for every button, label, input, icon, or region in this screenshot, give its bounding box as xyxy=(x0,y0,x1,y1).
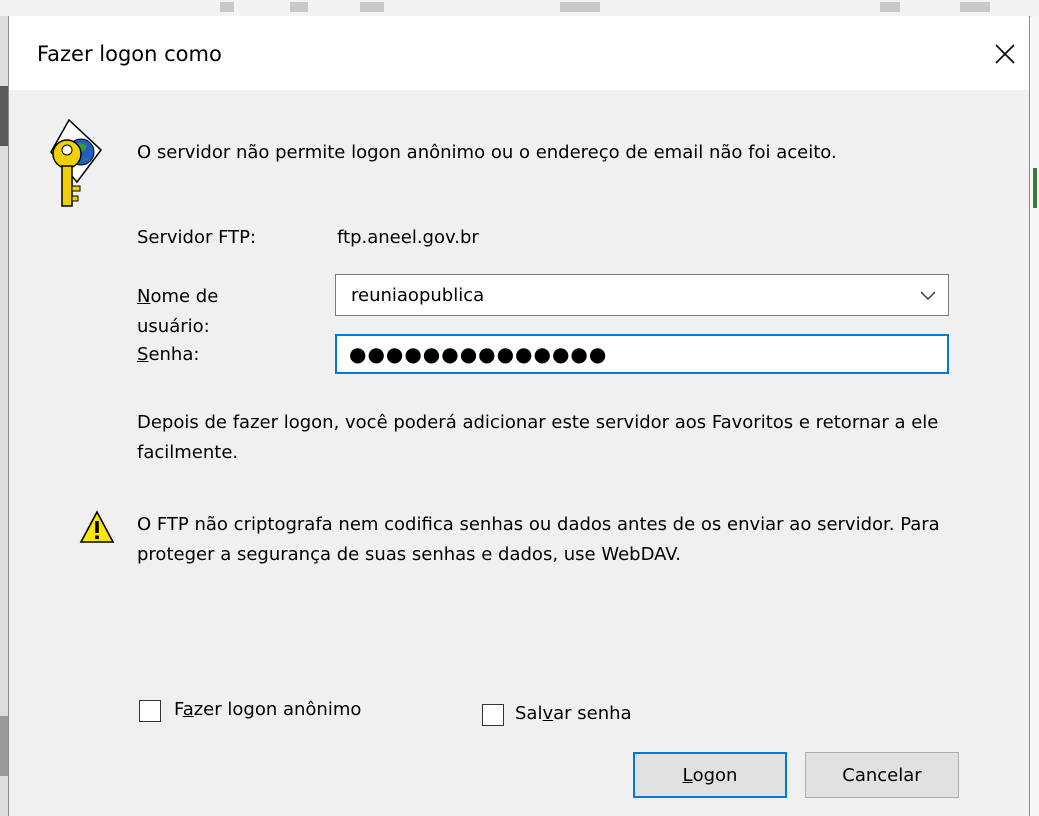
username-label-line1: ome de xyxy=(150,286,219,307)
password-label: Senha: xyxy=(137,344,199,365)
username-value: reuniaopublica xyxy=(351,285,485,306)
save-password-label-accesskey: v xyxy=(542,703,554,724)
title-bar: Fazer logon como xyxy=(9,16,1029,90)
background-fragment xyxy=(960,2,990,12)
background-fragment xyxy=(360,2,384,12)
anonymous-label-accesskey: a xyxy=(182,699,194,720)
background-fragment xyxy=(880,2,900,12)
password-label-text: enha: xyxy=(148,344,200,365)
username-label-line2: usuário: xyxy=(137,316,210,337)
background-fragment xyxy=(1033,168,1037,208)
background-window-left xyxy=(0,16,8,816)
logon-dialog: Fazer logon como O servidor não permite … xyxy=(8,16,1030,816)
ftp-server-value: ftp.aneel.gov.br xyxy=(337,227,479,248)
background-fragment xyxy=(290,2,308,12)
logon-button-accesskey: L xyxy=(682,764,693,786)
logon-button[interactable]: Logon xyxy=(633,752,787,798)
chevron-down-icon[interactable] xyxy=(918,285,938,305)
cancel-button[interactable]: Cancelar xyxy=(805,752,959,798)
close-button[interactable] xyxy=(981,30,1029,78)
background-window-strip xyxy=(0,0,1039,17)
save-password-label[interactable]: Salvar senha xyxy=(515,703,632,724)
password-label-accesskey: S xyxy=(137,344,149,365)
error-message: O servidor não permite logon anônimo ou … xyxy=(137,142,837,163)
background-fragment xyxy=(220,2,234,12)
save-password-label-part: ar senha xyxy=(553,703,632,724)
warning-icon xyxy=(79,510,115,543)
ftp-server-label: Servidor FTP: xyxy=(137,227,257,248)
background-window-right xyxy=(1031,16,1039,816)
save-password-label-part: Sal xyxy=(515,703,543,724)
password-input[interactable]: ●●●●●●●●●●●●●● xyxy=(335,334,949,374)
background-fragment xyxy=(0,86,8,146)
anonymous-logon-label[interactable]: Fazer logon anônimo xyxy=(174,699,361,720)
anonymous-label-part: F xyxy=(174,699,183,720)
background-fragment xyxy=(560,2,600,12)
anonymous-logon-checkbox[interactable] xyxy=(139,700,161,722)
username-label-accesskey: N xyxy=(137,286,151,307)
background-fragment xyxy=(0,716,8,776)
anonymous-label-part: zer logon anônimo xyxy=(193,699,362,720)
username-combobox[interactable]: reuniaopublica xyxy=(335,274,949,316)
dialog-title: Fazer logon como xyxy=(37,42,222,66)
logon-button-label: ogon xyxy=(692,764,738,786)
username-label: Nome de usuário: xyxy=(137,282,218,342)
key-globe-icon xyxy=(50,118,103,207)
favorites-info-text: Depois de fazer logon, você poderá adici… xyxy=(137,412,939,463)
close-icon xyxy=(995,44,1015,64)
save-password-checkbox[interactable] xyxy=(482,704,504,726)
password-masked-value: ●●●●●●●●●●●●●● xyxy=(349,342,608,366)
security-warning-text: O FTP não criptografa nem codifica senha… xyxy=(137,514,940,565)
